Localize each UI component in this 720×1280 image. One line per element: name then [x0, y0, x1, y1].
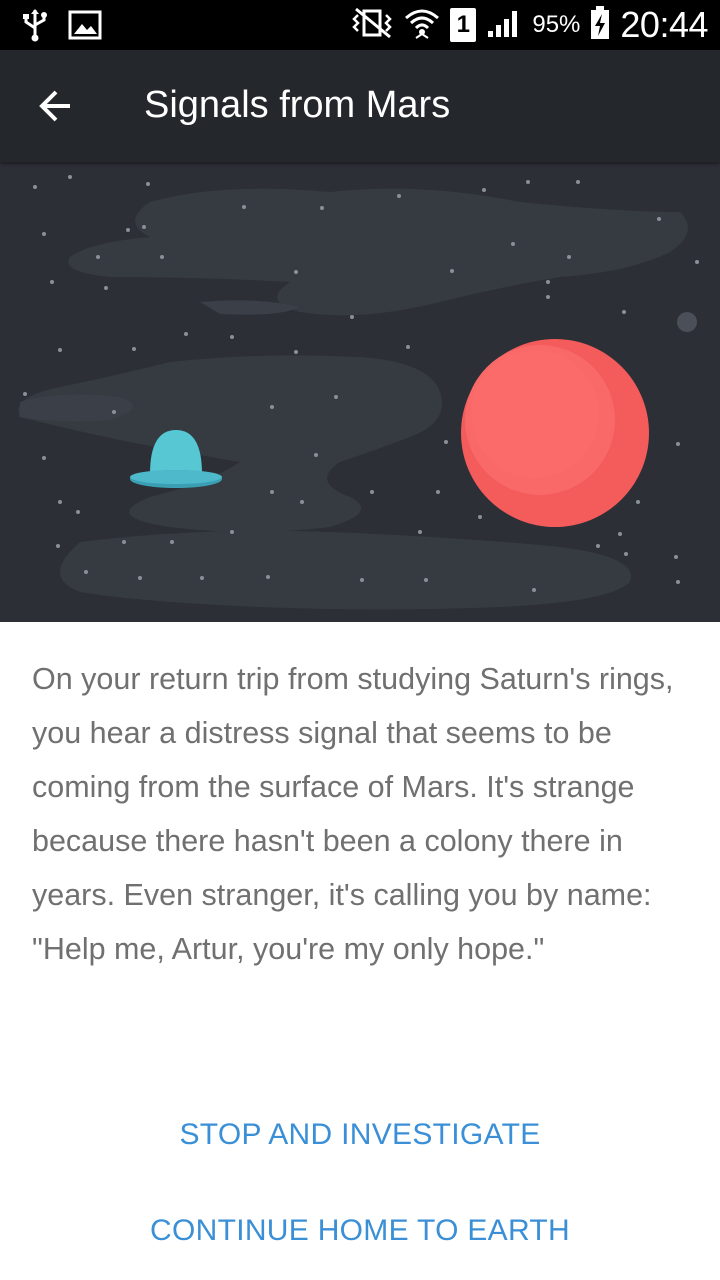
page-title: Signals from Mars: [144, 84, 451, 126]
wifi-icon: [404, 6, 440, 45]
vibrate-mute-icon: [350, 7, 394, 44]
battery-charging-icon: [590, 5, 610, 45]
back-arrow-icon: [39, 90, 70, 122]
sim-indicator: 1: [450, 8, 477, 42]
stop-and-investigate-button[interactable]: STOP AND INVESTIGATE: [0, 1118, 720, 1152]
moon: [677, 312, 697, 332]
story-text: On your return trip from studying Saturn…: [32, 662, 674, 966]
status-bar: 1 95% 20:44: [0, 0, 720, 50]
signal-icon: [486, 7, 522, 44]
clock: 20:44: [620, 4, 708, 45]
back-button[interactable]: [28, 78, 84, 134]
hero-illustration: [0, 162, 720, 622]
battery-percent: 95%: [532, 11, 581, 38]
image-icon: [68, 10, 102, 45]
mars-planet: [461, 339, 649, 527]
usb-icon: [20, 8, 50, 47]
app-bar: Signals from Mars: [0, 50, 720, 162]
continue-home-button[interactable]: CONTINUE HOME TO EARTH: [0, 1214, 720, 1248]
